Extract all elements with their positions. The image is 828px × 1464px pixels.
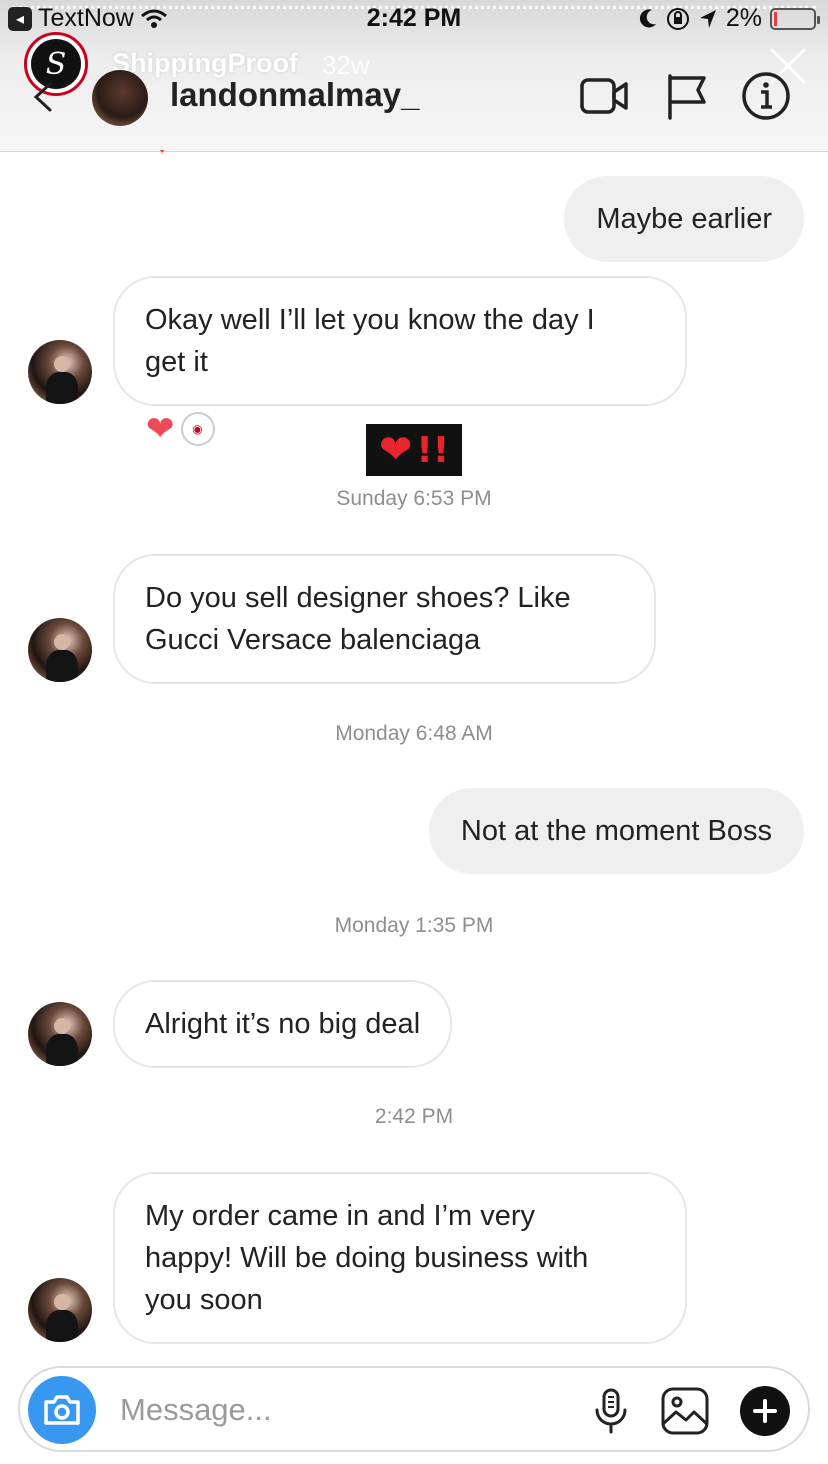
message-text-line: you soon [145,1284,263,1316]
sender-avatar[interactable] [28,340,92,404]
reaction-row[interactable]: ❤ ◉ [146,412,215,446]
sender-avatar[interactable] [28,1278,92,1342]
message-text-line: get it [145,346,208,378]
flag-icon[interactable] [662,70,714,122]
video-call-icon[interactable] [578,70,630,122]
sender-avatar[interactable] [28,1002,92,1066]
back-chevron-icon[interactable] [30,80,56,114]
sender-avatar[interactable] [28,618,92,682]
camera-icon [44,1395,80,1425]
status-bar-right: 2% [638,4,820,33]
reaction-row-cropped: ❤ [148,150,177,162]
location-icon [699,9,716,28]
story-account-name[interactable]: ShippingProof [112,48,298,79]
timestamp: Sunday 6:53 PM [336,487,492,510]
message-bubble-outgoing[interactable]: Not at the moment Boss [428,788,804,874]
header-avatar[interactable] [92,70,148,126]
message-bubble-outgoing[interactable]: Maybe earlier [564,176,804,262]
plus-button[interactable] [740,1386,790,1436]
timestamp: 2:42 PM [374,1105,454,1128]
message-text: Not at the moment Boss [460,815,772,847]
battery-icon [770,7,820,30]
message-input[interactable] [120,1388,540,1432]
conversation-username[interactable]: landonmalmay_ [170,76,419,114]
message-text: Alright it’s no big deal [145,1008,421,1040]
gallery-icon[interactable] [660,1386,710,1436]
message-text-line: My order came in and I’m very [145,1200,536,1232]
info-icon[interactable] [740,70,792,122]
moon-icon [639,8,656,27]
heart-reaction-icon: ❤ [148,150,177,162]
message-bubble-incoming[interactable]: Do you sell designer shoes? Like Gucci V… [113,554,656,684]
message-bubble-incoming[interactable]: Alright it’s no big deal [113,980,453,1068]
sticker-heart-icon: ❤ [378,428,413,472]
battery-percent: 2% [725,4,762,32]
message-text: Maybe earlier [596,203,772,235]
microphone-icon[interactable] [586,1386,636,1436]
plus-icon [753,1399,777,1423]
message-bubble-incoming[interactable]: Okay well I’ll let you know the day I ge… [113,276,687,406]
timestamp: Monday 1:35 PM [334,914,494,937]
timestamp: Monday 6:48 AM [335,722,493,745]
message-text-line: Okay well I’ll let you know the day I [145,304,595,336]
message-text-line: Do you sell designer shoes? Like [145,582,571,614]
reactor-avatar: ◉ [180,412,215,446]
status-bar: ◂ TextNow 2:42 PM 2% [0,0,828,36]
message-composer [18,1366,810,1452]
sticker-exclamation: !! [416,429,450,471]
heart-reaction-icon: ❤ [146,410,175,448]
camera-button[interactable] [28,1376,96,1444]
message-text-line: happy! Will be doing business with [145,1242,589,1274]
message-text-line: Gucci Versace balenciaga [145,624,481,656]
orientation-lock-icon [666,7,689,30]
message-bubble-incoming[interactable]: My order came in and I’m very happy! Wil… [113,1172,687,1344]
heart-exclamation-sticker: ❤ !! [366,424,462,476]
